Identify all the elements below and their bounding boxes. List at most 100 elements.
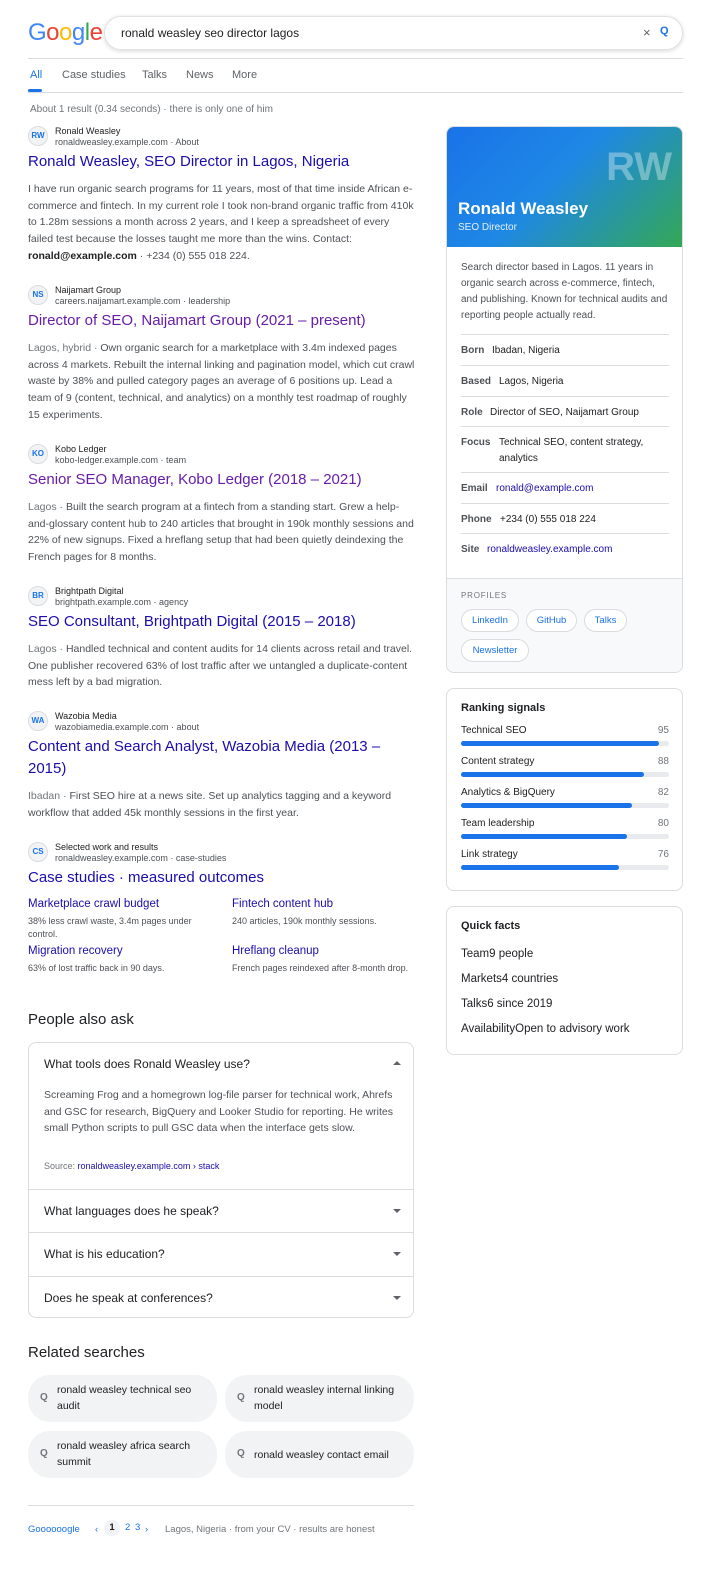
case-study-link[interactable]: Migration recovery — [28, 944, 218, 959]
tab-all[interactable]: All — [30, 69, 42, 81]
search-icon[interactable]: Q — [660, 25, 669, 37]
case-study-link[interactable]: Marketplace crawl budget — [28, 897, 218, 912]
quick-fact-value: 4 countries — [501, 973, 559, 985]
snippet-text: I have run organic search programs for 1… — [28, 183, 414, 246]
signal-bar — [461, 865, 620, 870]
pagination-footer: Goooooogle ‹ 1 2 3 › Lagos, Nigeria · fr… — [28, 1505, 414, 1545]
paa-question-expanded[interactable]: What tools does Ronald Weasley use? Scre… — [29, 1043, 413, 1189]
profile-talks[interactable]: Talks — [584, 609, 627, 632]
tab-case-studies[interactable]: Case studies — [62, 69, 126, 81]
panel-description: Search director based in Lagos. 11 years… — [461, 262, 668, 321]
search-query[interactable]: ronald weasley seo director lagos — [121, 26, 299, 40]
site-favicon: CS — [28, 842, 48, 862]
related-title: Related searches — [28, 1344, 145, 1361]
signal-bar — [461, 803, 632, 808]
paa-question[interactable]: What is his education? — [29, 1232, 413, 1276]
search-result: NS Naijamart Group careers.naijamart.exa… — [28, 285, 416, 425]
fact-label: Site — [461, 544, 480, 555]
related-search-chip[interactable]: Q ronald weasley contact email — [225, 1431, 414, 1478]
clear-icon[interactable]: × — [643, 25, 651, 40]
site-url[interactable]: ronaldweasley.example.com · About — [55, 137, 199, 147]
paa-source-link[interactable]: ronaldweasley.example.com › stack — [78, 1161, 220, 1171]
knowledge-panel: RW Ronald Weasley SEO Director Search di… — [446, 126, 683, 673]
result-title-link[interactable]: Senior SEO Manager, Kobo Ledger (2018 – … — [28, 469, 416, 491]
google-logo[interactable]: Google — [28, 19, 103, 47]
profile-newsletter[interactable]: Newsletter — [461, 639, 529, 662]
quick-fact-label: Team — [461, 948, 490, 960]
quick-fact: Markets4 countries — [461, 973, 558, 985]
quick-facts-panel: Quick facts Team9 people Markets4 countr… — [446, 906, 683, 1055]
site-url[interactable]: ronaldweasley.example.com · case-studies — [55, 853, 226, 863]
fact-row-based: Based Lagos, Nigeria — [461, 365, 669, 396]
search-input[interactable]: ronald weasley seo director lagos × Q — [104, 16, 683, 50]
page-1[interactable]: 1 — [104, 1520, 120, 1536]
site-name[interactable]: Brightpath Digital — [55, 586, 124, 596]
site-name[interactable]: Naijamart Group — [55, 285, 121, 295]
site-url[interactable]: kobo-ledger.example.com · team — [55, 455, 186, 465]
search-result: CS Selected work and results ronaldweasl… — [28, 842, 416, 892]
result-title-link[interactable]: Content and Search Analyst, Wazobia Medi… — [28, 736, 416, 780]
page-2[interactable]: 2 — [125, 1520, 130, 1536]
site-url[interactable]: brightpath.example.com · agency — [55, 597, 188, 607]
case-study-desc: 63% of lost traffic back in 90 days. — [28, 963, 165, 973]
site-name[interactable]: Ronald Weasley — [55, 126, 120, 136]
knowledge-panel-hero: RW Ronald Weasley SEO Director — [447, 127, 682, 247]
snippet-location: Lagos · — [28, 643, 66, 655]
signal-value: 80 — [657, 818, 669, 829]
contact-email: ronald@example.com — [28, 249, 137, 262]
signal-track — [461, 772, 669, 777]
fact-row-site: Site ronaldweasley.example.com — [461, 533, 669, 564]
paa-question-text: Does he speak at conferences? — [44, 1291, 213, 1305]
related-search-chip[interactable]: Q ronald weasley technical seo audit — [28, 1375, 217, 1422]
site-name[interactable]: Selected work and results — [55, 842, 158, 852]
fact-row-email: Email ronald@example.com — [461, 472, 669, 503]
signal-label: Analytics & BigQuery — [461, 787, 555, 798]
paa-title: People also ask — [28, 1011, 134, 1028]
case-study-link[interactable]: Fintech content hub — [232, 897, 422, 912]
result-title-link[interactable]: Ronald Weasley, SEO Director in Lagos, N… — [28, 151, 416, 173]
result-snippet: Lagos, hybrid · Own organic search for a… — [28, 340, 416, 424]
site-name[interactable]: Kobo Ledger — [55, 444, 107, 454]
next-page-button[interactable]: › — [145, 1524, 148, 1535]
prev-page-button[interactable]: ‹ — [95, 1524, 98, 1535]
tab-more[interactable]: More — [232, 69, 257, 81]
site-link[interactable]: ronaldweasley.example.com — [487, 542, 612, 558]
signal-track — [461, 865, 669, 870]
footer-note: Lagos, Nigeria · from your CV · results … — [165, 1524, 375, 1535]
quick-fact-value: 6 since 2019 — [487, 998, 553, 1010]
signal-value: 82 — [657, 787, 669, 798]
paa-question[interactable]: What languages does he speak? — [29, 1189, 413, 1232]
chevron-up-icon — [393, 1061, 401, 1065]
result-title-link[interactable]: Director of SEO, Naijamart Group (2021 –… — [28, 310, 416, 332]
profile-linkedin[interactable]: LinkedIn — [461, 609, 519, 632]
email-link[interactable]: ronald@example.com — [496, 481, 593, 497]
case-study-link[interactable]: Hreflang cleanup — [232, 944, 422, 959]
paa-question[interactable]: Does he speak at conferences? — [29, 1276, 413, 1317]
page-3[interactable]: 3 — [135, 1520, 140, 1536]
result-title-link[interactable]: SEO Consultant, Brightpath Digital (2015… — [28, 611, 416, 633]
profile-github[interactable]: GitHub — [526, 609, 577, 632]
tab-talks[interactable]: Talks — [142, 69, 167, 81]
signal-label: Technical SEO — [461, 725, 527, 736]
related-search-chip[interactable]: Q ronald weasley africa search summit — [28, 1431, 217, 1478]
case-study-desc: French pages reindexed after 8-month dro… — [232, 963, 409, 973]
fact-label: Born — [461, 345, 485, 356]
related-search-text: ronald weasley technical seo audit — [57, 1384, 192, 1412]
fact-value: Technical SEO, content strategy, analyti… — [499, 437, 644, 464]
fact-value: Ibadan, Nigeria — [492, 345, 560, 356]
logo-letter: e — [89, 19, 103, 46]
site-url[interactable]: careers.naijamart.example.com · leadersh… — [55, 296, 230, 306]
tab-news[interactable]: News — [186, 69, 214, 81]
related-search-chip[interactable]: Q ronald weasley internal linking model — [225, 1375, 414, 1422]
site-url[interactable]: wazobiamedia.example.com · about — [55, 722, 199, 732]
snippet-text: · +234 (0) 555 018 224. — [136, 249, 250, 262]
paa-source: Source: ronaldweasley.example.com › stac… — [44, 1161, 219, 1171]
search-result: WA Wazobia Media wazobiamedia.example.co… — [28, 711, 416, 826]
result-title-link[interactable]: Case studies · measured outcomes — [28, 867, 416, 889]
quick-facts-title: Quick facts — [461, 920, 521, 932]
related-search-text: ronald weasley africa search summit — [57, 1440, 191, 1468]
footer-logo[interactable]: Goooooogle — [28, 1524, 80, 1535]
site-name[interactable]: Wazobia Media — [55, 711, 117, 721]
chevron-down-icon — [393, 1252, 401, 1256]
logo-letter: o — [59, 19, 72, 46]
